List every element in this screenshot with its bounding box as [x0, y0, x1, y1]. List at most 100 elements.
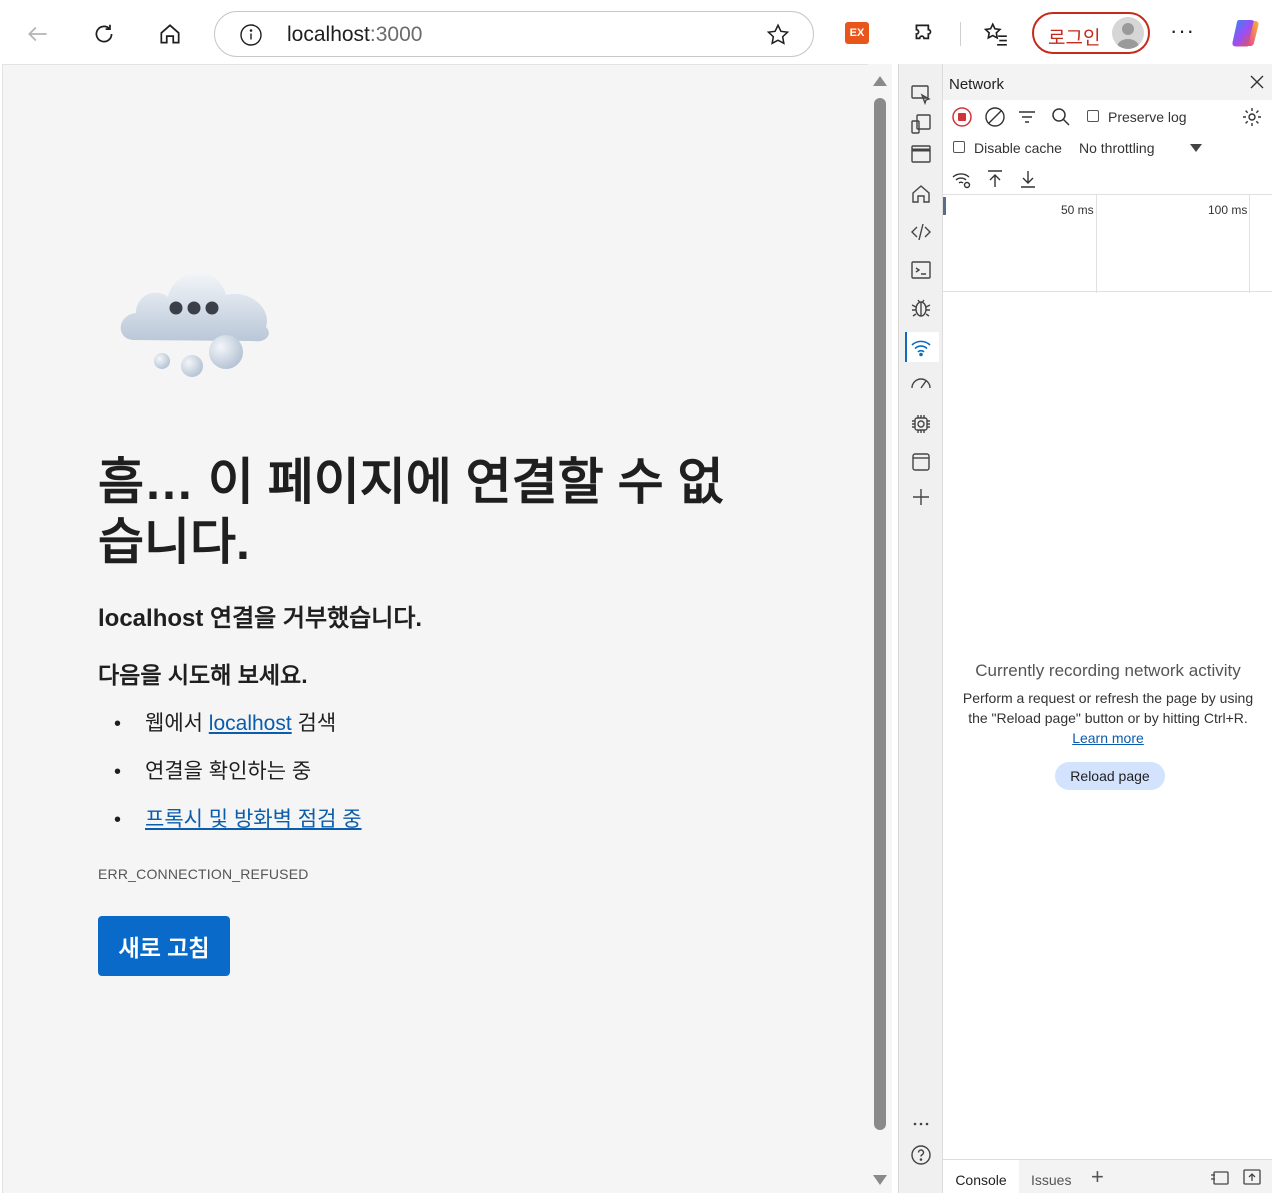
timeline-tick: 50 ms — [1061, 203, 1094, 217]
error-subtitle-host: localhost — [98, 605, 204, 632]
error-subtitle: localhost 연결을 거부했습니다. — [98, 598, 422, 633]
extensions-button[interactable] — [904, 14, 944, 54]
disable-cache-checkbox[interactable] — [953, 141, 965, 153]
scrollbar-thumb[interactable] — [874, 98, 886, 1130]
url-host: localhost — [287, 23, 370, 46]
devtools-header: Network — [943, 64, 1272, 100]
info-icon[interactable] — [239, 23, 263, 47]
arrow-left-icon — [28, 26, 47, 42]
tab-console[interactable]: Console — [943, 1160, 1019, 1194]
favorites-button[interactable] — [976, 14, 1016, 54]
tab-issues[interactable]: Issues — [1031, 1172, 1071, 1188]
bug-icon[interactable] — [909, 296, 933, 320]
learn-more-link[interactable]: Learn more — [1072, 730, 1144, 746]
filter-icon[interactable] — [1016, 106, 1038, 128]
export-har-icon[interactable] — [1017, 168, 1039, 190]
timeline-gridline — [1249, 195, 1250, 293]
clear-icon[interactable] — [984, 106, 1006, 128]
empty-state-text: Perform a request or refresh the page by… — [962, 690, 1254, 726]
collapse-drawer-icon[interactable] — [1241, 1166, 1263, 1188]
avatar — [1112, 17, 1144, 49]
console-icon[interactable] — [909, 258, 933, 282]
throttling-select[interactable]: No throttling — [1079, 140, 1154, 156]
list-item: 연결을 확인하는 중 — [114, 754, 362, 802]
timeline-gridline — [1096, 195, 1097, 293]
chevron-down-icon[interactable] — [1190, 144, 1202, 152]
page-scrollbar[interactable] — [868, 64, 892, 1193]
page-title: 흠… 이 페이지에 연결할 수 없습니다. — [98, 454, 724, 570]
browser-toolbar: localhost:3000 EX 로그인 ··· — [0, 0, 1272, 66]
preserve-log-checkbox[interactable] — [1087, 110, 1099, 122]
person-icon — [1117, 23, 1139, 49]
timeline-marker — [943, 197, 946, 215]
login-label: 로그인 — [1048, 28, 1101, 49]
device-emulation-icon[interactable] — [909, 112, 933, 136]
network-conditions-icon[interactable] — [951, 168, 973, 190]
network-toolbar-row-2: Disable cache No throttling — [943, 132, 1272, 164]
error-code: ERR_CONNECTION_REFUSED — [98, 866, 309, 882]
network-panel: Network Preserve log Disable cache No th… — [943, 64, 1272, 1194]
devtools-tool-rail — [899, 64, 943, 1193]
list-item: 프록시 및 방화벽 점검 중 — [114, 802, 362, 850]
empty-state-description: Perform a request or refresh the page by… — [957, 688, 1259, 748]
error-subtitle-text: 연결을 거부했습니다. — [203, 605, 423, 632]
extension-badge-icon[interactable]: EX — [845, 22, 869, 44]
application-icon[interactable] — [909, 450, 933, 474]
reload-button[interactable]: 새로 고침 — [98, 916, 230, 976]
add-tab-plus-icon[interactable]: + — [1091, 1164, 1104, 1190]
puzzle-icon — [915, 24, 932, 40]
list-item: 웹에서 localhost 검색 — [114, 706, 362, 754]
search-localhost-link[interactable]: localhost — [209, 712, 292, 735]
url-port: :3000 — [369, 23, 423, 46]
network-toolbar-row-3 — [943, 162, 1272, 194]
dock-drawer-icon[interactable] — [1209, 1166, 1231, 1188]
network-toolbar-row-1: Preserve log — [943, 100, 1272, 132]
devtools-panel: Network Preserve log Disable cache No th… — [898, 64, 1272, 1194]
suggestions-list: 웹에서 localhost 검색 연결을 확인하는 중 프록시 및 방화벽 점검… — [114, 706, 362, 850]
reload-page-button[interactable]: Reload page — [1055, 762, 1165, 790]
toolbar-divider — [960, 22, 961, 46]
elements-code-icon[interactable] — [909, 220, 933, 244]
record-stop-icon[interactable] — [951, 106, 973, 128]
drawer-tab-bar: Console Issues + — [943, 1159, 1272, 1194]
suggestion-text: 연결을 확인하는 중 — [145, 760, 312, 783]
favorites-list-icon — [983, 22, 1007, 46]
scroll-up-arrow-icon[interactable] — [873, 76, 887, 86]
address-bar[interactable]: localhost:3000 — [214, 11, 814, 57]
search-icon[interactable] — [1050, 106, 1072, 128]
refresh-button[interactable] — [84, 14, 124, 54]
refresh-icon — [95, 24, 113, 43]
inspect-icon[interactable] — [909, 82, 933, 106]
preserve-log-label: Preserve log — [1108, 109, 1187, 125]
network-overview-timeline[interactable]: 50 ms 100 ms — [943, 194, 1272, 293]
close-icon[interactable] — [1247, 72, 1267, 92]
home-button[interactable] — [150, 14, 190, 54]
url-text[interactable]: localhost:3000 — [287, 23, 422, 47]
suggestion-text: 웹에서 — [145, 712, 209, 735]
import-har-icon[interactable] — [984, 168, 1006, 190]
welcome-home-icon[interactable] — [909, 182, 933, 206]
favorite-star-icon[interactable] — [765, 22, 791, 48]
scroll-down-arrow-icon[interactable] — [873, 1175, 887, 1185]
suggestions-heading: 다음을 시도해 보세요. — [98, 662, 308, 688]
timeline-tick: 100 ms — [1208, 203, 1248, 217]
back-button[interactable] — [18, 14, 58, 54]
profile-login-button[interactable]: 로그인 — [1032, 12, 1150, 54]
disable-cache-label: Disable cache — [974, 140, 1062, 156]
more-tools-icon[interactable] — [909, 1112, 933, 1136]
empty-state-title: Currently recording network activity — [975, 661, 1241, 680]
cloud-icon — [120, 272, 269, 377]
more-menu-button[interactable]: ··· — [1170, 18, 1195, 44]
home-icon — [160, 24, 180, 44]
memory-chip-icon[interactable] — [909, 412, 933, 436]
suggestion-text: 검색 — [291, 712, 337, 735]
panel-title: Network — [949, 76, 1005, 93]
help-icon[interactable] — [909, 1143, 933, 1167]
gear-icon[interactable] — [1241, 106, 1263, 128]
copilot-icon[interactable] — [1230, 16, 1264, 50]
add-tool-plus-icon[interactable] — [909, 485, 933, 509]
proxy-firewall-link[interactable]: 프록시 및 방화벽 점검 중 — [145, 808, 362, 831]
network-wifi-icon[interactable] — [909, 335, 933, 359]
window-icon[interactable] — [909, 142, 933, 166]
performance-gauge-icon[interactable] — [909, 372, 933, 396]
